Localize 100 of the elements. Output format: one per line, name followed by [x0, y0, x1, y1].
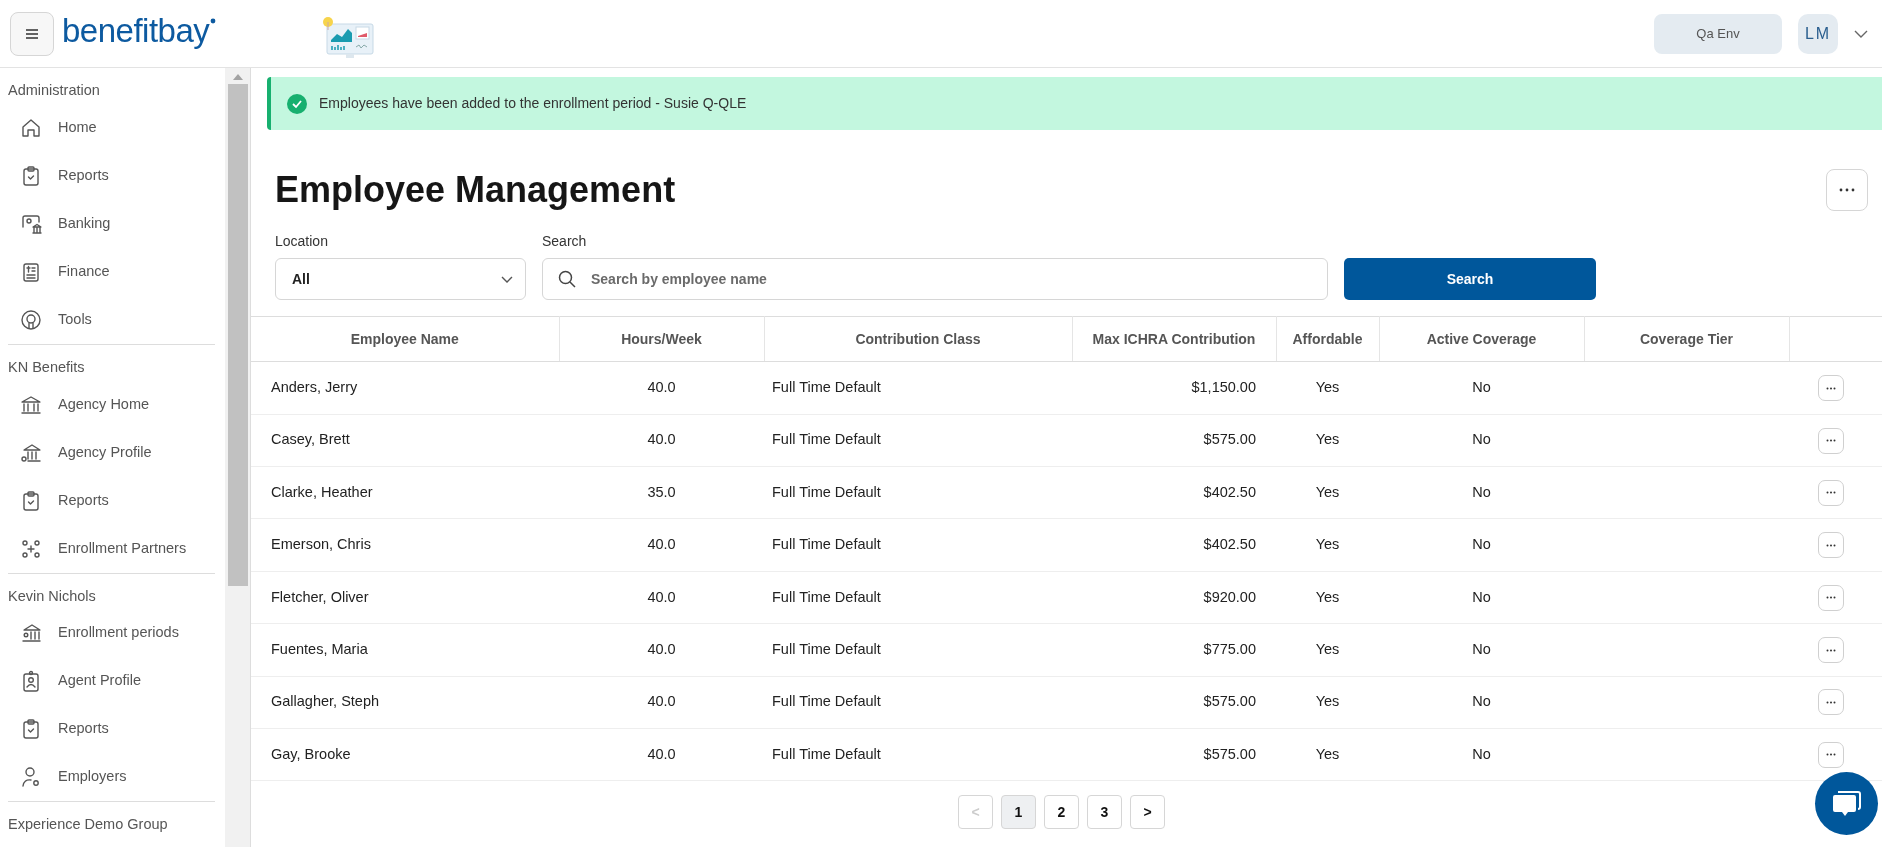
- sidebar-item[interactable]: Enrollment periods: [58, 622, 179, 645]
- table-cell: $575.00: [1203, 693, 1256, 710]
- bank-gear-icon: [20, 441, 42, 464]
- table-cell: 40.0: [647, 379, 676, 395]
- table-cell: Full Time Default: [772, 379, 881, 395]
- chevron-down-icon[interactable]: [1854, 29, 1868, 38]
- page-button[interactable]: 2: [1044, 795, 1079, 830]
- table-cell: 40.0: [647, 431, 676, 448]
- clipboard-icon: [20, 489, 42, 512]
- scrollbar[interactable]: [225, 68, 251, 847]
- sidebar-item[interactable]: Agency Home: [58, 393, 150, 416]
- table-cell: No: [1472, 379, 1491, 395]
- table-cell: 35.0: [647, 483, 676, 500]
- page-button[interactable]: >: [1130, 795, 1165, 830]
- table-cell: 40.0: [647, 693, 676, 710]
- search-button[interactable]: Search: [1344, 258, 1596, 301]
- table-cell: $775.00: [1203, 640, 1256, 657]
- sidebar-item[interactable]: Agent Profile: [58, 670, 142, 693]
- chevron-down-icon: [501, 275, 513, 283]
- menu-icon: [24, 27, 40, 40]
- id-badge-icon: [20, 670, 42, 693]
- field-label: Search: [542, 232, 588, 252]
- more-icon: [1826, 439, 1836, 442]
- more-icon: [1826, 491, 1836, 495]
- page-button[interactable]: 3: [1087, 795, 1122, 830]
- sidebar-item[interactable]: Agency Profile: [58, 441, 152, 464]
- row-actions-button[interactable]: [1818, 689, 1844, 716]
- table-cell: Yes: [1315, 588, 1340, 605]
- table-cell: Full Time Default: [772, 693, 881, 710]
- table-cell: Anders, Jerry: [271, 379, 358, 395]
- check-circle-icon: [287, 93, 307, 114]
- table-cell: Full Time Default: [772, 431, 881, 448]
- sidebar-section-title: KN Benefits: [8, 357, 86, 377]
- banking-icon: [20, 212, 42, 235]
- sidebar-item[interactable]: Reports: [58, 164, 109, 187]
- table-cell: Gay, Brooke: [271, 745, 351, 762]
- search-field[interactable]: Search by employee name: [542, 258, 1328, 301]
- sidebar-item[interactable]: Reports: [58, 489, 109, 512]
- row-actions-button[interactable]: [1818, 584, 1844, 611]
- table-cell: Emerson, Chris: [271, 536, 371, 553]
- clipboard-icon: [20, 718, 42, 741]
- table-cell: Full Time Default: [772, 745, 881, 762]
- sidebar-item[interactable]: Home: [58, 116, 97, 139]
- sidebar-item[interactable]: Tools: [58, 308, 92, 331]
- table-cell: No: [1472, 588, 1491, 605]
- avatar[interactable]: LM: [1798, 13, 1838, 54]
- menu-button[interactable]: [10, 11, 54, 56]
- row-actions-button[interactable]: [1818, 741, 1844, 768]
- sidebar-item[interactable]: Banking: [58, 212, 111, 235]
- column-header[interactable]: Coverage Tier: [1639, 330, 1734, 347]
- table-cell: Fletcher, Oliver: [271, 588, 369, 605]
- table-cell: Yes: [1315, 431, 1340, 448]
- table-cell: Casey, Brett: [271, 431, 350, 448]
- table-cell: 40.0: [647, 640, 676, 657]
- table-cell: Gallagher, Steph: [271, 693, 380, 710]
- table-cell: Yes: [1315, 640, 1340, 657]
- table-cell: $575.00: [1203, 745, 1256, 762]
- logo[interactable]: benefitbay: [62, 14, 210, 47]
- search-icon: [558, 270, 576, 289]
- sidebar-section-title: Administration: [8, 81, 101, 100]
- more-icon: [1826, 543, 1836, 547]
- sidebar-item[interactable]: Employers: [58, 766, 127, 789]
- environment-button[interactable]: Qa Env: [1654, 13, 1782, 54]
- table-cell: Full Time Default: [772, 483, 881, 500]
- row-actions-button[interactable]: [1818, 427, 1844, 454]
- column-header[interactable]: Employee Name: [350, 330, 459, 347]
- table-cell: 40.0: [647, 745, 676, 762]
- sidebar-item[interactable]: Finance: [58, 260, 110, 283]
- column-header[interactable]: Hours/Week: [621, 330, 702, 347]
- table-cell: No: [1472, 483, 1491, 500]
- table-cell: $402.50: [1203, 483, 1256, 500]
- more-icon: [1826, 700, 1836, 704]
- table-cell: Full Time Default: [772, 536, 881, 553]
- field-label: Location: [275, 232, 329, 252]
- table-cell: Full Time Default: [772, 588, 881, 605]
- table-cell: $920.00: [1203, 588, 1256, 605]
- table-cell: 40.0: [647, 536, 676, 553]
- scroll-up-icon[interactable]: [232, 74, 243, 80]
- bank-icon: [20, 393, 42, 416]
- table-cell: Yes: [1315, 536, 1340, 553]
- row-actions-button[interactable]: [1818, 375, 1844, 402]
- table-cell: Yes: [1315, 483, 1340, 500]
- finance-icon: [20, 260, 42, 283]
- page-button[interactable]: 1: [1001, 795, 1036, 830]
- table-cell: 40.0: [647, 588, 676, 605]
- table-cell: $1,150.00: [1191, 379, 1256, 395]
- row-actions-button[interactable]: [1818, 532, 1844, 559]
- sidebar-item[interactable]: Enrollment Partners: [58, 537, 187, 560]
- table-cell: Full Time Default: [772, 640, 881, 657]
- more-options-button[interactable]: [1826, 168, 1868, 211]
- sidebar-item[interactable]: Reports: [58, 718, 109, 741]
- tools-icon: [20, 308, 42, 331]
- column-header[interactable]: Contribution Class: [855, 330, 981, 347]
- location-select[interactable]: All: [275, 258, 526, 301]
- row-actions-button[interactable]: [1818, 637, 1844, 664]
- page-title: Employee Management: [275, 168, 676, 212]
- row-actions-button[interactable]: [1818, 479, 1844, 506]
- table-cell: Clarke, Heather: [271, 483, 373, 500]
- table-cell: Yes: [1315, 693, 1340, 710]
- table-cell: Fuentes, Maria: [271, 640, 368, 657]
